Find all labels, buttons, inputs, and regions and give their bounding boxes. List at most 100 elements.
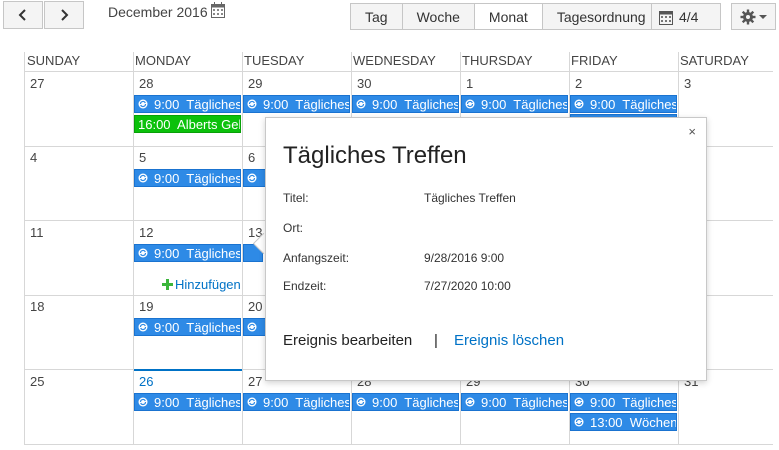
day-cell-number[interactable]: 2 xyxy=(575,76,582,91)
recurring-icon xyxy=(356,99,366,109)
day-cell-number[interactable]: 19 xyxy=(139,299,153,314)
close-icon[interactable]: × xyxy=(688,124,696,139)
field-label-start: Anfangszeit: xyxy=(283,251,350,265)
event-daily-meeting[interactable]: 9:00 Tägliches Treffen xyxy=(134,244,241,262)
event-label: 9:00 Tägliches Treffen xyxy=(590,394,677,410)
event-label: 9:00 Tägliches Treffen xyxy=(590,96,677,112)
event-label: 9:00 Tägliches Treffen xyxy=(154,319,241,335)
today-day-number[interactable]: 26 xyxy=(139,374,153,389)
event-daily-meeting[interactable]: 9:00 Tägliches Treffen xyxy=(461,393,568,411)
day-cell-number[interactable]: 30 xyxy=(357,76,371,91)
day-cell-number[interactable]: 18 xyxy=(30,299,44,314)
event-daily-meeting[interactable]: 9:00 Tägliches Treffen xyxy=(352,95,459,113)
view-agenda-button[interactable]: Tagesordnung xyxy=(542,4,660,29)
day-cell-number[interactable]: 25 xyxy=(30,374,44,389)
previous-month-button[interactable] xyxy=(3,1,43,29)
day-cell-number[interactable]: 27 xyxy=(248,374,262,389)
day-cell-number[interactable]: 29 xyxy=(248,76,262,91)
event-daily-meeting[interactable]: 9:00 Tägliches Treffen xyxy=(243,393,350,411)
event-label: 13:00 Wöchentliches Treffen xyxy=(590,414,677,430)
recurring-icon xyxy=(574,417,584,427)
day-cell-number[interactable]: 6 xyxy=(248,150,255,165)
caret-down-icon xyxy=(759,14,767,19)
action-separator: | xyxy=(434,332,438,349)
settings-button[interactable] xyxy=(731,3,776,30)
calendar-page-button[interactable]: 4/4 xyxy=(651,3,721,30)
month-title: December 2016 xyxy=(108,4,208,20)
view-week-button[interactable]: Woche xyxy=(402,4,475,29)
recurring-icon xyxy=(138,248,148,258)
day-cell-number[interactable]: 12 xyxy=(139,225,153,240)
day-cell-number[interactable]: 11 xyxy=(30,225,44,240)
weekday-friday: FRIDAY xyxy=(571,53,618,68)
event-label: 9:00 Tägliches Treffen xyxy=(154,394,241,410)
event-label: 9:00 Tägliches Treffen xyxy=(154,96,241,112)
event-daily-meeting[interactable]: 9:00 Tägliches Treffen xyxy=(570,393,677,411)
recurring-icon xyxy=(247,322,257,332)
event-label: 9:00 Tägliches Treffen xyxy=(154,245,241,261)
event-details-popup: × Tägliches Treffen Titel: Tägliches Tre… xyxy=(265,117,707,381)
next-month-button[interactable] xyxy=(44,1,84,29)
event-label: 9:00 Tägliches Treffen xyxy=(154,170,241,186)
recurring-icon xyxy=(574,99,584,109)
event-daily-meeting[interactable]: 9:00 Tägliches Treffen xyxy=(570,95,677,113)
event-weekly-meeting[interactable]: 13:00 Wöchentliches Treffen xyxy=(570,413,677,431)
weekday-tuesday: TUESDAY xyxy=(244,53,305,68)
field-value-end: 7/27/2020 10:00 xyxy=(424,279,511,293)
event-label: 9:00 Tägliches Treffen xyxy=(481,394,568,410)
event-label: 9:00 Tägliches Treffen xyxy=(372,96,459,112)
event-daily-meeting[interactable]: 9:00 Tägliches Treffen xyxy=(243,95,350,113)
event-daily-meeting[interactable]: 9:00 Tägliches Treffen xyxy=(352,393,459,411)
field-label-title: Titel: xyxy=(283,191,309,205)
grid-line xyxy=(24,52,25,444)
day-cell-number[interactable]: 27 xyxy=(30,76,44,91)
calendar-icon xyxy=(659,10,673,25)
recurring-icon xyxy=(465,99,475,109)
weekday-thursday: THURSDAY xyxy=(462,53,533,68)
add-event-label: Hinzufügen xyxy=(175,277,241,292)
recurring-icon xyxy=(574,397,584,407)
event-label: 9:00 Tägliches Treffen xyxy=(263,96,350,112)
event-label: 16:00 Alberts Geburtstag xyxy=(138,116,240,132)
weekday-monday: MONDAY xyxy=(135,53,192,68)
field-value-start: 9/28/2016 9:00 xyxy=(424,251,505,265)
view-switcher: Tag Woche Monat Tagesordnung xyxy=(350,3,661,30)
event-daily-meeting[interactable]: 9:00 Tägliches Treffen xyxy=(134,318,241,336)
event-daily-meeting[interactable]: 9:00 Tägliches Treffen xyxy=(134,169,241,187)
event-daily-meeting[interactable]: 9:00 Tägliches Treffen xyxy=(461,95,568,113)
day-cell-number[interactable]: 28 xyxy=(139,76,153,91)
event-label: 9:00 Tägliches Treffen xyxy=(481,96,568,112)
field-label-location: Ort: xyxy=(283,221,303,235)
recurring-icon xyxy=(138,322,148,332)
day-cell-number[interactable]: 20 xyxy=(248,299,262,314)
date-picker-icon[interactable] xyxy=(211,2,225,18)
recurring-icon xyxy=(247,397,257,407)
delete-event-link[interactable]: Ereignis löschen xyxy=(454,332,564,349)
recurring-icon xyxy=(465,397,475,407)
today-indicator xyxy=(134,369,242,371)
day-cell-number[interactable]: 3 xyxy=(684,76,691,91)
grid-line xyxy=(24,71,773,72)
view-month-button[interactable]: Monat xyxy=(474,4,543,29)
event-label: 9:00 Tägliches Treffen xyxy=(263,394,350,410)
view-day-button[interactable]: Tag xyxy=(351,4,403,29)
recurring-icon xyxy=(247,99,257,109)
edit-event-button[interactable]: Ereignis bearbeiten xyxy=(283,332,412,349)
chevron-right-icon xyxy=(61,9,69,21)
recurring-icon xyxy=(138,99,148,109)
event-daily-meeting[interactable]: 9:00 Tägliches Treffen xyxy=(134,95,241,113)
event-birthday[interactable]: 16:00 Alberts Geburtstag xyxy=(134,115,241,133)
weekday-header-row: SUNDAY MONDAY TUESDAY WEDNESDAY THURSDAY… xyxy=(0,53,779,70)
recurring-icon xyxy=(138,173,148,183)
field-value-title: Tägliches Treffen xyxy=(424,191,516,205)
add-event-link[interactable]: Hinzufügen xyxy=(162,277,241,292)
gear-icon xyxy=(740,9,756,24)
grid-line xyxy=(24,444,773,445)
day-cell-number[interactable]: 4 xyxy=(30,150,37,165)
recurring-icon xyxy=(356,397,366,407)
day-cell-number[interactable]: 5 xyxy=(139,150,146,165)
event-daily-meeting[interactable]: 9:00 Tägliches Treffen xyxy=(134,393,241,411)
recurring-icon xyxy=(247,173,257,183)
day-cell-number[interactable]: 1 xyxy=(466,76,473,91)
plus-icon xyxy=(162,279,173,290)
